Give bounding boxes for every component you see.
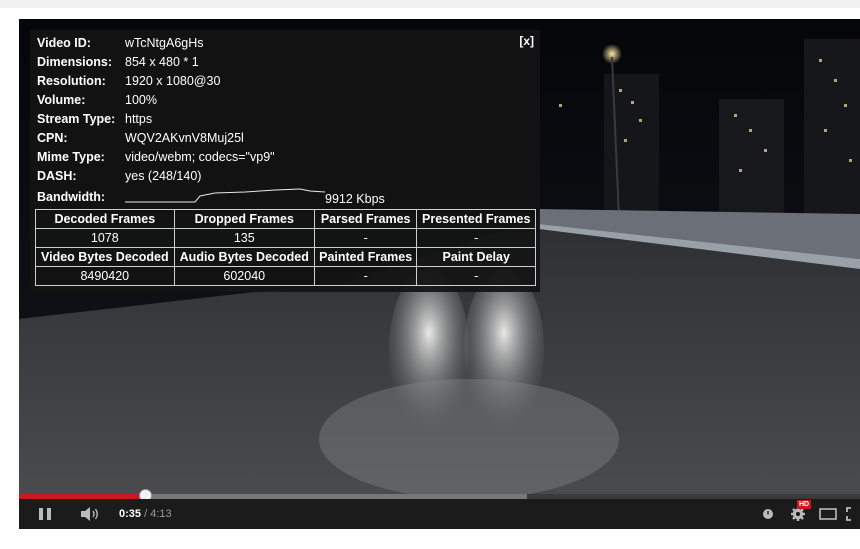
stat-row-mime-type: Mime Type: video/webm; codecs="vp9" [37, 148, 275, 166]
table-header-cell: Decoded Frames [35, 209, 175, 229]
clock-icon [763, 509, 773, 519]
theater-mode-button[interactable] [817, 499, 839, 529]
table-header-cell: Paint Delay [416, 247, 536, 267]
table-row: 8490420 602040 - - [35, 266, 536, 286]
table-cell: 602040 [173, 266, 315, 286]
table-cell: - [416, 266, 536, 286]
stat-label: Resolution: [37, 74, 106, 88]
stat-value: https [125, 112, 153, 126]
table-header-cell: Presented Frames [416, 209, 536, 229]
table-row: 1078 135 - - [35, 228, 536, 248]
pause-icon [39, 508, 51, 520]
table-header-row: Decoded Frames Dropped Frames Parsed Fra… [35, 209, 536, 229]
stat-label: Stream Type: [37, 112, 116, 126]
stat-label: Dimensions: [37, 55, 113, 69]
stat-value: video/webm; codecs="vp9" [125, 150, 275, 164]
fullscreen-icon [845, 507, 851, 521]
stat-row-dimensions: Dimensions: 854 x 480 * 1 [37, 53, 199, 71]
close-stats-button[interactable]: [x] [519, 34, 534, 48]
stat-label: Bandwidth: [37, 190, 106, 204]
stats-for-nerds-panel: [x] Video ID: wTcNtgA6gHs Dimensions: 854 … [30, 30, 540, 292]
fullscreen-button[interactable] [845, 499, 860, 529]
table-header-cell: Video Bytes Decoded [35, 247, 175, 267]
stat-value: 1920 x 1080@30 [125, 74, 221, 88]
stat-value: yes (248/140) [125, 169, 202, 183]
table-header-cell: Parsed Frames [313, 209, 418, 229]
table-cell: - [313, 228, 418, 248]
hd-badge: HD [797, 500, 812, 509]
stat-label: Mime Type: [37, 150, 105, 164]
time-separator: / [141, 508, 151, 520]
stat-row-video-id: Video ID: wTcNtgA6gHs [37, 34, 204, 52]
frame-stats-table: Decoded Frames Dropped Frames Parsed Fra… [35, 209, 536, 286]
stat-row-cpn: CPN: WQV2AKvnV8Muj25l [37, 129, 244, 147]
bandwidth-value: 9912 Kbps [325, 192, 385, 206]
volume-icon [81, 507, 98, 521]
video-player[interactable]: [x] Video ID: wTcNtgA6gHs Dimensions: 854 … [19, 19, 860, 529]
player-controls: 0:35 / 4:13 HD [19, 499, 860, 529]
theater-mode-icon [819, 508, 837, 520]
stat-row-volume: Volume: 100% [37, 91, 157, 109]
table-header-cell: Painted Frames [313, 247, 418, 267]
stat-value: 100% [125, 93, 157, 107]
settings-button[interactable]: HD [788, 499, 812, 529]
table-header-row: Video Bytes Decoded Audio Bytes Decoded … [35, 247, 536, 267]
time-display: 0:35 / 4:13 [119, 499, 172, 529]
pause-button[interactable] [33, 499, 57, 529]
table-cell: 1078 [35, 228, 175, 248]
table-header-cell: Audio Bytes Decoded [173, 247, 315, 267]
stat-label: CPN: [37, 131, 68, 145]
stat-row-dash: DASH: yes (248/140) [37, 167, 201, 185]
stat-label: DASH: [37, 169, 77, 183]
stat-value: wTcNtgA6gHs [125, 36, 204, 50]
stat-value: 854 x 480 * 1 [125, 55, 199, 69]
stat-label: Volume: [37, 93, 86, 107]
current-time: 0:35 [119, 508, 142, 520]
stat-row-resolution: Resolution: 1920 x 1080@30 [37, 72, 220, 90]
annotations-button[interactable] [759, 499, 777, 529]
table-cell: 8490420 [35, 266, 175, 286]
table-cell: - [313, 266, 418, 286]
duration: 4:13 [150, 508, 172, 520]
stat-label: Video ID: [37, 36, 91, 50]
table-header-cell: Dropped Frames [173, 209, 315, 229]
stat-row-stream-type: Stream Type: https [37, 110, 152, 128]
stat-row-bandwidth: Bandwidth: [37, 188, 125, 206]
bandwidth-graph [125, 188, 325, 203]
table-cell: 135 [173, 228, 315, 248]
table-cell: - [416, 228, 536, 248]
volume-button[interactable] [77, 499, 105, 529]
stat-value: WQV2AKvnV8Muj25l [125, 131, 244, 145]
